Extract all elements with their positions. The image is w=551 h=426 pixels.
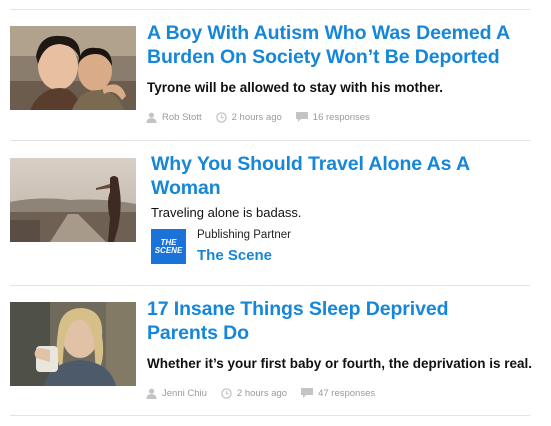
clock-icon [221, 388, 232, 399]
time-text: 2 hours ago [231, 112, 282, 123]
article-title[interactable]: Why You Should Travel Alone As A Woman [151, 152, 491, 200]
publishing-partner[interactable]: THE SCENE Publishing Partner The Scene [151, 229, 291, 264]
speech-bubble-icon [295, 112, 308, 122]
article-thumbnail[interactable] [10, 26, 136, 110]
person-icon [146, 112, 157, 123]
person-icon [146, 388, 157, 399]
article-thumbnail[interactable] [10, 302, 136, 386]
article-card[interactable]: Why You Should Travel Alone As A Woman T… [10, 141, 540, 285]
author-name: Jenni Chiu [162, 388, 207, 399]
author[interactable]: Rob Stott [146, 112, 202, 123]
clock-icon [215, 112, 227, 123]
timestamp: 2 hours ago [215, 112, 282, 123]
article-thumbnail[interactable] [10, 158, 136, 242]
speech-bubble-icon [301, 388, 314, 398]
responses-count: 16 responses [312, 112, 370, 123]
responses-link[interactable]: 47 responses [301, 388, 375, 399]
article-meta: Rob Stott 2 hours ago 16 responses [146, 112, 384, 123]
partner-logo-line2: SCENE [154, 245, 183, 255]
partner-name[interactable]: The Scene [197, 247, 291, 264]
responses-link[interactable]: 16 responses [295, 112, 370, 123]
article-dek: Traveling alone is badass. [151, 205, 302, 220]
article-card[interactable]: A Boy With Autism Who Was Deemed A Burde… [10, 0, 540, 140]
article-title[interactable]: 17 Insane Things Sleep Deprived Parents … [147, 297, 487, 345]
timestamp: 2 hours ago [221, 388, 287, 399]
article-title[interactable]: A Boy With Autism Who Was Deemed A Burde… [147, 21, 537, 69]
author[interactable]: Jenni Chiu [146, 388, 207, 399]
partner-label: Publishing Partner [197, 229, 291, 241]
partner-text: Publishing Partner The Scene [197, 229, 291, 264]
author-name: Rob Stott [162, 112, 202, 123]
article-card[interactable]: 17 Insane Things Sleep Deprived Parents … [10, 286, 540, 416]
article-dek: Tyrone will be allowed to stay with his … [147, 80, 444, 95]
time-text: 2 hours ago [236, 388, 288, 399]
responses-count: 47 responses [318, 388, 376, 399]
article-dek: Whether it’s your first baby or fourth, … [147, 356, 533, 371]
partner-logo[interactable]: THE SCENE [151, 229, 186, 264]
article-meta: Jenni Chiu 2 hours ago 47 responses [146, 388, 389, 399]
